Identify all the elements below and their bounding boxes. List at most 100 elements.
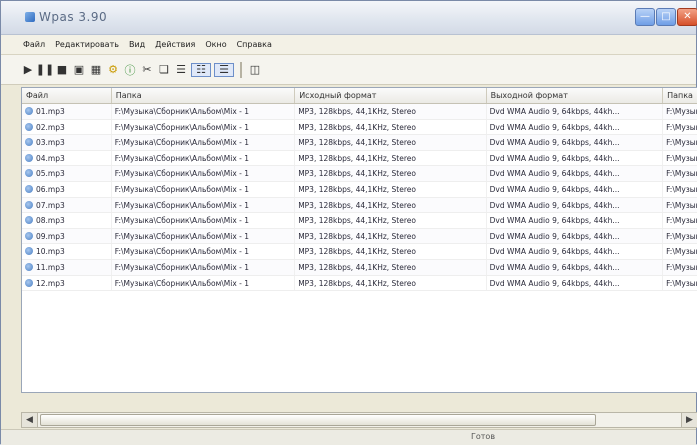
menu-view[interactable]: Вид (129, 40, 145, 49)
cell-folder: F:\Музыка\Сборник\Альбом\Mix - 1 (112, 166, 296, 181)
options-icon[interactable]: ⚙ (106, 63, 120, 77)
table-row[interactable]: 03.mp3 F:\Музыка\Сборник\Альбом\Mix - 1 MP… (22, 135, 697, 151)
cell-folder: F:\Музыка\Сборник\Альбом\Mix - 1 (112, 244, 296, 259)
table-row[interactable]: 11.mp3 F:\Музыка\Сборник\Альбом\Mix - 1 MP… (22, 259, 697, 276)
column-output-format[interactable]: Выходной формат (487, 88, 664, 103)
minimize-button[interactable]: — (635, 8, 655, 26)
cell-output-folder: F:\Музыка (666, 169, 697, 179)
table-row[interactable]: 04.mp3 F:\Музыка\Сборник\Альбом\Mix - 1 MP… (22, 150, 697, 167)
menu-bar: Файл Редактировать Вид Действия Окно Спр… (1, 35, 696, 55)
cell-file: 09.mp3 (22, 228, 112, 244)
cell-output-folder: F:\Музыка (666, 153, 697, 163)
cell-source-format: MP3, 128kbps, 44,1KHz, Stereo (295, 213, 487, 228)
cell-folder: F:\Музыка\Сборник\Альбом\Mix - 1 (112, 259, 296, 275)
add-file-icon[interactable]: ▣ (72, 63, 86, 77)
table-row[interactable]: 01.mp3 F:\Музыка\Сборник\Альбом\Mix - 1 MP… (22, 104, 697, 120)
cell-folder: F:\Музыка\Сборник\Альбом\Mix - 1 (112, 213, 296, 228)
column-output-folder[interactable]: Папка (663, 88, 697, 103)
cell-output-folder: F:\Музыка (666, 184, 697, 194)
table-row[interactable]: 05.mp3 F:\Музыка\Сборник\Альбом\Mix - 1 MP… (22, 166, 697, 182)
table-header: Файл Папка Исходный формат Выходной форм… (22, 88, 697, 104)
panel-icon[interactable]: ◫ (248, 63, 262, 77)
horizontal-scrollbar[interactable]: ◀ ▶ (21, 412, 697, 428)
table-row[interactable]: 09.mp3 F:\Музыка\Сборник\Альбом\Mix - 1 MP… (22, 228, 697, 245)
stop-icon[interactable]: ■ (55, 63, 69, 77)
audio-file-icon (25, 262, 33, 271)
audio-file-icon (25, 278, 33, 287)
list-view-icon[interactable]: ☷ (191, 62, 211, 77)
menu-edit[interactable]: Редактировать (55, 40, 119, 49)
menu-window[interactable]: Окно (205, 40, 226, 49)
menu-help[interactable]: Справка (237, 40, 272, 49)
close-button[interactable]: ✕ (677, 8, 697, 26)
cell-folder: F:\Музыка\Сборник\Альбом\Mix - 1 (112, 228, 296, 244)
maximize-button[interactable]: □ (656, 8, 676, 26)
file-name: 01.mp3 (36, 107, 65, 116)
cell-output-folder: F:\Музыка (666, 122, 697, 132)
cell-folder: F:\Музыка\Сборник\Альбом\Mix - 1 (112, 135, 296, 150)
cell-source-format: MP3, 128kbps, 44,1KHz, Stereo (295, 119, 487, 135)
cell-source-format: MP3, 128kbps, 44,1KHz, Stereo (295, 166, 487, 181)
cell-output-folder: F:\Музыка (666, 107, 697, 116)
cell-file: 07.mp3 (22, 197, 112, 213)
play-icon[interactable]: ▶ (21, 63, 35, 77)
file-name: 11.mp3 (36, 262, 65, 272)
cell-folder: F:\Музыка\Сборник\Альбом\Mix - 1 (112, 275, 296, 291)
cell-file: 08.mp3 (22, 213, 112, 228)
audio-file-icon (25, 169, 33, 178)
table-row[interactable]: 08.mp3 F:\Музыка\Сборник\Альбом\Mix - 1 MP… (22, 213, 697, 229)
cell-output-format: Dvd WMA Audio 9, 64kbps, 44kh... (487, 135, 664, 150)
add-folder-icon[interactable]: ▦ (89, 63, 103, 77)
cell-folder: F:\Музыка\Сборник\Альбом\Mix - 1 (112, 150, 296, 166)
pause-icon[interactable]: ❚❚ (36, 63, 54, 77)
file-name: 12.mp3 (36, 278, 65, 288)
table-row[interactable]: 10.mp3 F:\Музыка\Сборник\Альбом\Mix - 1 MP… (22, 244, 697, 260)
file-name: 10.mp3 (36, 247, 65, 257)
file-name: 03.mp3 (36, 138, 65, 148)
scroll-thumb[interactable] (40, 414, 596, 426)
cell-output-folder: F:\Музыка (666, 262, 697, 272)
file-list-table[interactable]: Файл Папка Исходный формат Выходной форм… (21, 87, 697, 393)
cell-source-format: MP3, 128kbps, 44,1KHz, Stereo (295, 228, 487, 244)
cell-output-format: Dvd WMA Audio 9, 64kbps, 44kh... (487, 166, 664, 181)
cell-source-format: MP3, 128kbps, 44,1KHz, Stereo (295, 135, 487, 150)
title-bar[interactable]: Wpas 3.90 — □ ✕ (1, 1, 697, 35)
cell-file: 12.mp3 (22, 275, 112, 291)
menu-file[interactable]: Файл (23, 40, 45, 49)
table-row[interactable]: 06.mp3 F:\Музыка\Сборник\Альбом\Mix - 1 MP… (22, 181, 697, 198)
cell-output-folder: F:\Музыка (666, 231, 697, 241)
file-name: 04.mp3 (36, 153, 65, 163)
scroll-left-icon[interactable]: ◀ (22, 413, 38, 427)
properties-icon[interactable]: ☰ (174, 63, 188, 77)
table-row[interactable]: 07.mp3 F:\Музыка\Сборник\Альбом\Mix - 1 MP… (22, 197, 697, 214)
table-body: 01.mp3 F:\Музыка\Сборник\Альбом\Mix - 1 MP… (22, 104, 697, 292)
status-text: Готов (471, 432, 496, 441)
scroll-right-icon[interactable]: ▶ (681, 413, 697, 427)
file-name: 05.mp3 (36, 169, 65, 179)
cell-output-format: Dvd WMA Audio 9, 64kbps, 44kh... (487, 181, 664, 197)
cell-output-folder: F:\Музыка (666, 200, 697, 210)
table-row[interactable]: 02.mp3 F:\Музыка\Сборник\Альбом\Mix - 1 MP… (22, 119, 697, 136)
cell-source-format: MP3, 128kbps, 44,1KHz, Stereo (295, 275, 487, 291)
details-view-icon[interactable]: ☰ (214, 62, 234, 77)
cell-output-format: Dvd WMA Audio 9, 64kbps, 44kh... (487, 150, 664, 166)
cell-source-format: MP3, 128kbps, 44,1KHz, Stereo (295, 181, 487, 197)
cell-folder: F:\Музыка\Сборник\Альбом\Mix - 1 (112, 181, 296, 197)
cell-file: 02.mp3 (22, 119, 112, 135)
info-icon[interactable]: ⓘ (123, 63, 137, 77)
audio-file-icon (25, 138, 33, 147)
copy-icon[interactable]: ❏ (157, 63, 171, 77)
cell-output-format: Dvd WMA Audio 9, 64kbps, 44kh... (487, 228, 664, 244)
audio-file-icon (25, 122, 33, 131)
column-source-format[interactable]: Исходный формат (295, 88, 487, 103)
table-row[interactable]: 12.mp3 F:\Музыка\Сборник\Альбом\Mix - 1 MP… (22, 275, 697, 292)
menu-actions[interactable]: Действия (155, 40, 195, 49)
column-folder[interactable]: Папка (112, 88, 296, 103)
cell-output-format: Dvd WMA Audio 9, 64kbps, 44kh... (487, 119, 664, 135)
toolbar-separator (240, 61, 242, 78)
cut-icon[interactable]: ✂ (140, 63, 154, 77)
audio-file-icon (25, 200, 33, 209)
audio-file-icon (25, 153, 33, 162)
cell-output-format: Dvd WMA Audio 9, 64kbps, 44kh... (487, 259, 664, 275)
column-file[interactable]: Файл (22, 88, 112, 103)
